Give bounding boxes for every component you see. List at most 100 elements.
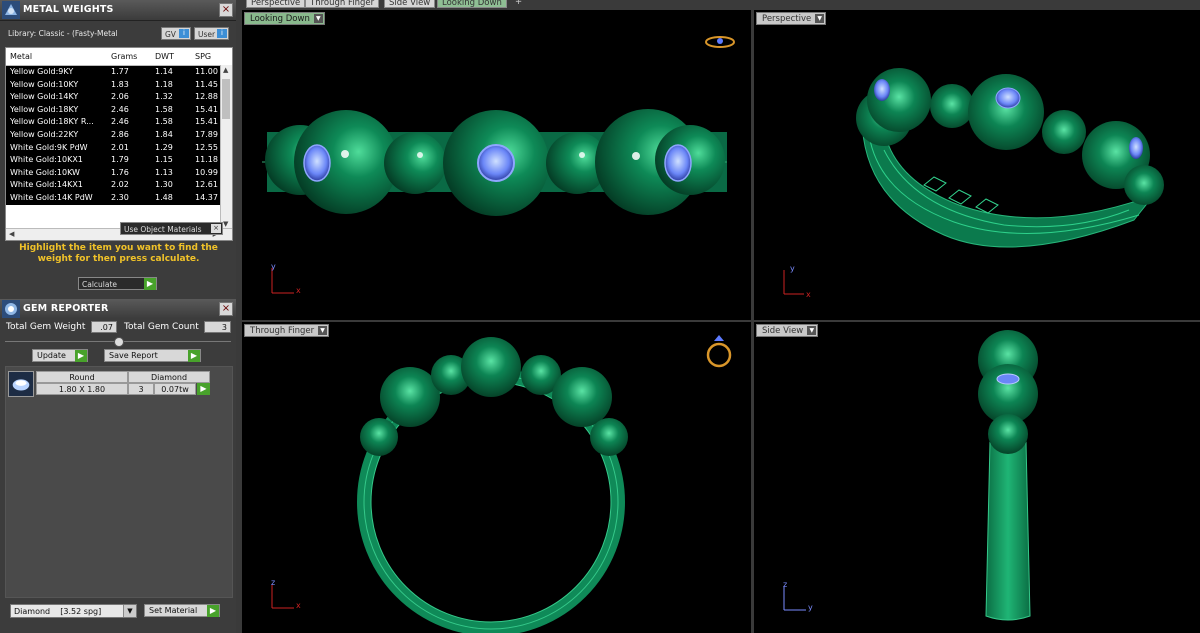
table-cell: 10.99: [195, 167, 218, 177]
ring-orientation-icon: [705, 36, 735, 48]
table-cell: 1.79: [111, 155, 129, 165]
viewport-menu-icon: ▼: [313, 14, 323, 23]
table-row[interactable]: White Gold:10KX1 1.79 1.15 11.18: [6, 154, 232, 167]
user-toggle[interactable]: User i: [194, 27, 229, 40]
table-row[interactable]: Yellow Gold:18KY R... 2.46 1.58 15.41: [6, 116, 232, 129]
user-info-icon: i: [217, 29, 227, 38]
table-cell: 12.55: [195, 142, 218, 152]
perspective-render: [783, 68, 1164, 295]
viewport-side-view-title: Side View: [762, 326, 804, 336]
table-row[interactable]: White Gold:14KX1 2.02 1.30 12.61: [6, 179, 232, 192]
col-header-dwt[interactable]: DWT: [155, 52, 174, 61]
gem-count: 3: [128, 383, 154, 395]
gem-row[interactable]: Round 1.80 X 1.80 Diamond 3 0.07tw ▶: [8, 371, 230, 397]
metal-weights-header: METAL WEIGHTS ×: [0, 0, 236, 21]
scroll-thumb[interactable]: [222, 79, 230, 119]
total-gem-count-label: Total Gem Count: [124, 322, 199, 332]
table-cell: 1.48: [155, 192, 173, 202]
looking-down-render: [262, 36, 735, 294]
gem-size: 1.80 X 1.80: [36, 383, 128, 395]
tab-perspective[interactable]: Perspective: [246, 0, 306, 8]
material-select[interactable]: Diamond [3.52 spg] ▼: [10, 604, 137, 618]
gem-reporter-close-icon[interactable]: ×: [219, 302, 233, 316]
table-cell: 1.15: [155, 155, 173, 165]
save-report-button[interactable]: Save Report ▶: [104, 349, 201, 362]
table-cell: 1.58: [155, 104, 173, 114]
viewport-through-finger-label[interactable]: Through Finger ▼: [244, 324, 330, 337]
viewport-perspective-label[interactable]: Perspective ▼: [756, 12, 827, 25]
metal-weights-close-icon[interactable]: ×: [219, 3, 233, 17]
table-row[interactable]: White Gold:10KW 1.76 1.13 10.99: [6, 166, 232, 180]
table-cell: 15.41: [195, 117, 218, 127]
set-material-button[interactable]: Set Material ▶: [144, 604, 220, 617]
use-object-materials-check-icon: ×: [211, 224, 221, 233]
table-row[interactable]: Yellow Gold:22KY 2.86 1.84 17.89: [6, 128, 232, 142]
table-cell: 1.84: [155, 129, 173, 139]
add-tab-icon[interactable]: +: [511, 0, 527, 8]
tab-looking-down[interactable]: Looking Down: [437, 0, 507, 8]
gem-reporter-body: Total Gem Weight .07 Total Gem Count 3 U…: [0, 319, 236, 633]
table-cell: 1.83: [111, 79, 129, 89]
col-header-spg[interactable]: SPG: [195, 52, 211, 61]
library-label: Library: Classic - (Fasty-Metal: [8, 29, 118, 38]
gv-toggle[interactable]: GV i: [161, 27, 191, 40]
viewport-looking-down-title: Looking Down: [250, 14, 310, 24]
ring-front-orientation-icon: [706, 335, 732, 368]
table-row[interactable]: Yellow Gold:9KY 1.77 1.14 11.00: [6, 66, 232, 79]
total-gem-weight-value: .07: [91, 321, 117, 333]
table-cell: Yellow Gold:18KY R...: [10, 117, 94, 127]
gem-reporter-header: GEM REPORTER ×: [0, 299, 236, 320]
viewport-looking-down-label[interactable]: Looking Down ▼: [244, 12, 325, 25]
gem-slider-handle[interactable]: [114, 337, 124, 347]
viewport-perspective[interactable]: y x Perspective ▼: [754, 10, 1200, 320]
metal-table[interactable]: Metal Grams DWT SPG Yellow Gold:9KY 1.77 1…: [5, 47, 233, 241]
table-cell: 17.89: [195, 129, 218, 139]
metal-weights-logo-icon: [2, 1, 20, 19]
scroll-down-icon[interactable]: ▼: [223, 220, 228, 228]
table-cell: 1.76: [111, 167, 129, 177]
viewport-through-finger[interactable]: z x Through Finger ▼: [242, 322, 751, 633]
use-object-materials-toggle[interactable]: Use Object Materials ×: [120, 222, 223, 235]
metal-weights-title: METAL WEIGHTS: [23, 4, 114, 15]
table-cell: White Gold:14KX1: [10, 180, 83, 190]
gem-row-go-icon[interactable]: ▶: [197, 383, 210, 395]
table-cell: Yellow Gold:22KY: [10, 129, 79, 139]
axis-y-label: y: [271, 262, 276, 271]
metal-table-vscroll[interactable]: ▲ ▼: [220, 65, 232, 229]
axis-x-label: x: [296, 601, 301, 610]
col-header-metal[interactable]: Metal: [10, 52, 32, 61]
scroll-left-icon[interactable]: ◀: [9, 230, 14, 238]
update-button[interactable]: Update ▶: [32, 349, 88, 362]
left-panel: METAL WEIGHTS × Library: Classic - (Fast…: [0, 0, 236, 633]
use-object-materials-label: Use Object Materials: [124, 225, 202, 234]
viewport-through-finger-title: Through Finger: [250, 326, 315, 336]
table-row[interactable]: Yellow Gold:10KY 1.83 1.18 11.45: [6, 78, 232, 92]
table-row[interactable]: White Gold:9K PdW 2.01 1.29 12.55: [6, 141, 232, 155]
table-cell: Yellow Gold:9KY: [10, 67, 74, 76]
calculate-button[interactable]: Calculate ▶: [78, 277, 157, 290]
table-row[interactable]: Yellow Gold:18KY 2.46 1.58 15.41: [6, 103, 232, 117]
save-report-label: Save Report: [109, 351, 158, 360]
table-cell: 2.46: [111, 104, 129, 114]
viewport-looking-down[interactable]: y x Looking Down ▼: [242, 10, 751, 320]
axis-y-label: y: [808, 603, 813, 612]
table-cell: 12.88: [195, 92, 218, 102]
viewport-side-view-label[interactable]: Side View ▼: [756, 324, 819, 337]
table-cell: 2.01: [111, 142, 129, 152]
axis-x-label: x: [296, 286, 301, 295]
table-cell: 1.13: [155, 167, 173, 177]
table-cell: 2.86: [111, 129, 129, 139]
table-row[interactable]: Yellow Gold:14KY 2.06 1.32 12.88: [6, 91, 232, 104]
table-cell: Yellow Gold:10KY: [10, 79, 79, 89]
table-cell: 1.58: [155, 117, 173, 127]
col-header-grams[interactable]: Grams: [111, 52, 137, 61]
update-label: Update: [37, 351, 66, 360]
side-view-render: [783, 330, 1038, 621]
scroll-up-icon[interactable]: ▲: [223, 66, 228, 74]
viewport-perspective-title: Perspective: [762, 14, 812, 24]
table-row[interactable]: White Gold:14K PdW 2.30 1.48 14.37: [6, 191, 232, 205]
viewport-side-view[interactable]: z y Side View ▼: [754, 322, 1200, 633]
material-select-value: Diamond [3.52 spg]: [14, 607, 102, 616]
tab-side-view[interactable]: Side View: [384, 0, 436, 8]
tab-through-finger[interactable]: Through Finger: [305, 0, 380, 8]
